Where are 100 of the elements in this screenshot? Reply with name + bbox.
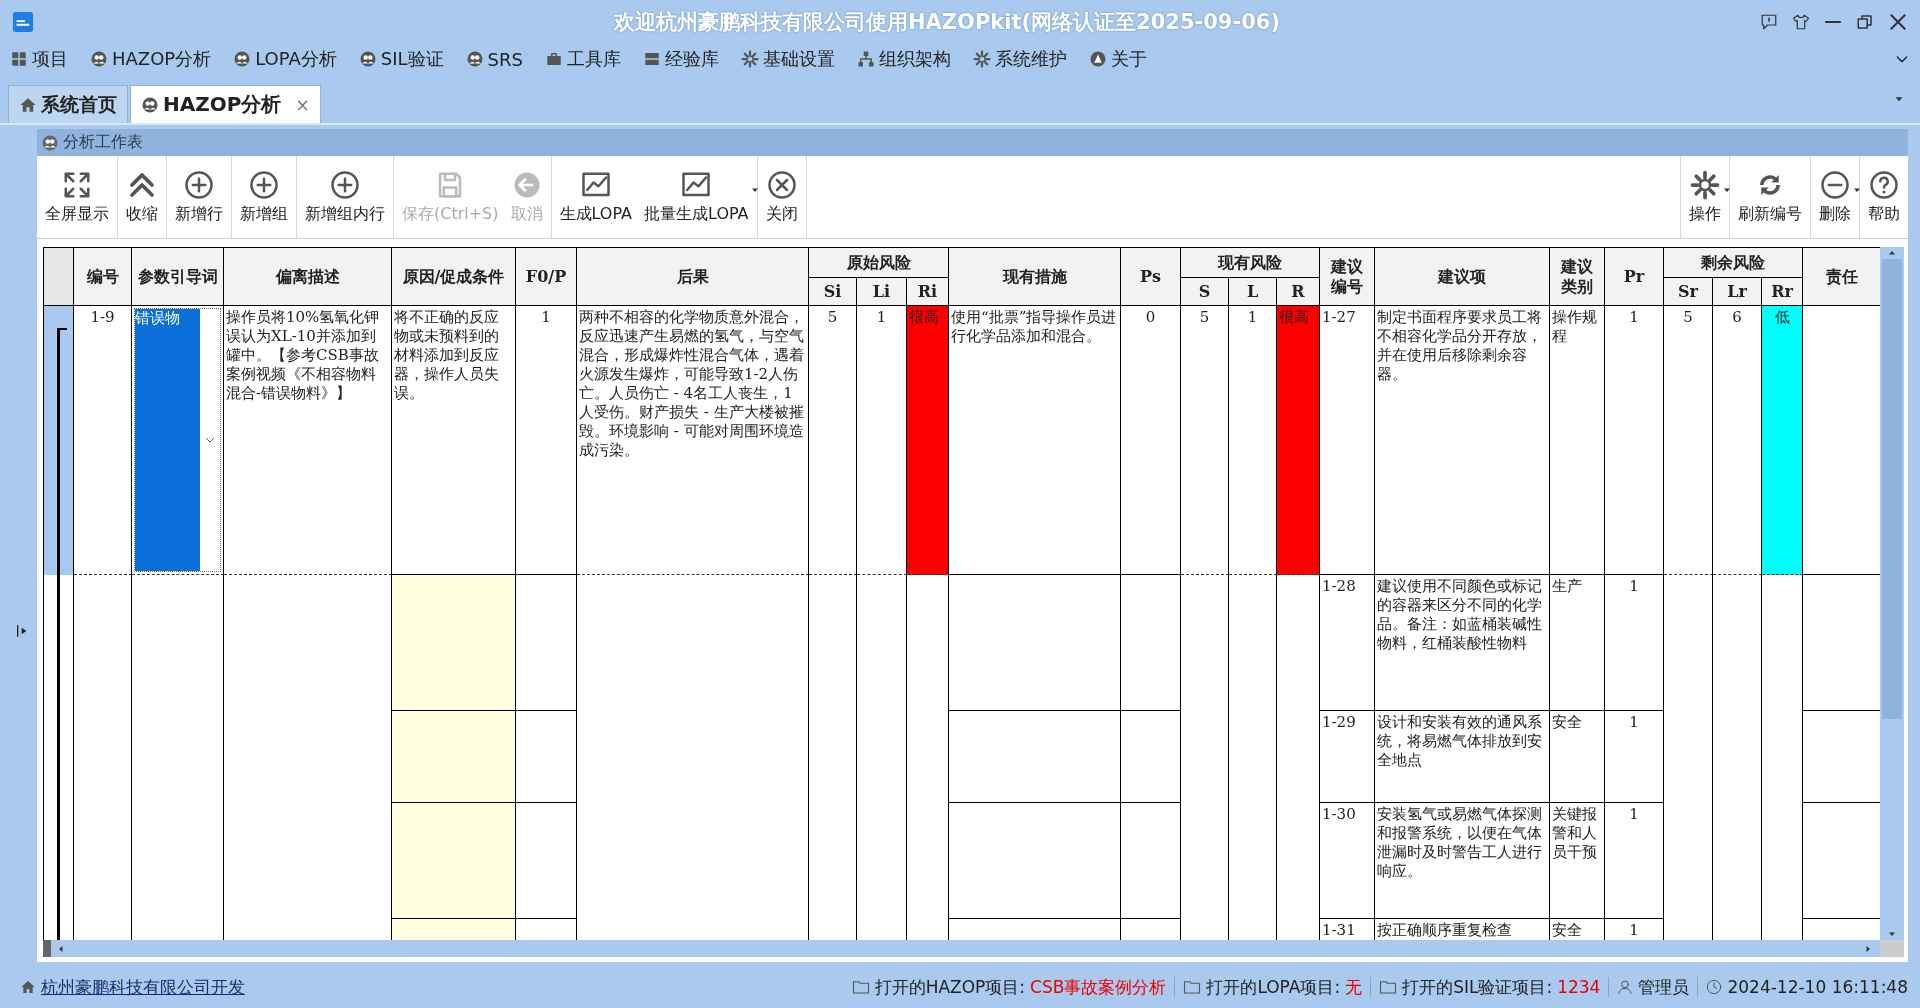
table-cell: 操作员将10%氢氧化钾误认为XL-10并添加到罐中。【参考CSB事故案例视频《不相容物料混合-错误物料》】: [224, 306, 392, 575]
user-circle-icon: [358, 50, 377, 68]
column-header: 编号: [74, 248, 132, 306]
toolbar-button[interactable]: 刷新编号: [1732, 156, 1808, 238]
restore-icon: [1856, 12, 1874, 31]
column-header: 责任: [1803, 248, 1880, 306]
table-cell: 关键报警和人员干预: [1550, 803, 1605, 919]
table-cell: 很高: [907, 306, 949, 575]
panel-title: 分析工作表: [63, 132, 143, 153]
table-cell: 1: [516, 306, 577, 575]
column-header: Lr: [1713, 278, 1762, 306]
status-value: CSB事故案例分析: [1030, 975, 1167, 999]
menu-item[interactable]: SIL验证: [358, 47, 444, 71]
app-logo-icon: [12, 10, 34, 33]
user-circle-icon: [41, 133, 59, 152]
shirt-icon: [1792, 12, 1810, 31]
column-header: L: [1229, 278, 1277, 306]
table-cell: 1: [1605, 711, 1664, 803]
clock-icon: [1706, 979, 1723, 995]
folder-icon: [851, 978, 870, 996]
toolbar-button[interactable]: 操作: [1683, 156, 1727, 238]
window-title: 欢迎杭州豪鹏科技有限公司使用HAZOPkit(网络认证至2025-09-06): [614, 8, 1280, 36]
table-cell: 1-28: [1320, 575, 1375, 711]
vertical-scrollbar[interactable]: [1880, 247, 1904, 940]
column-header: Ri: [907, 278, 949, 306]
table-cell: 设计和安装有效的通风系统，将易燃气体排放到安全地点: [1375, 711, 1550, 803]
table-cell: 两种不相容的化学物质意外混合，反应迅速产生易燃的氢气，与空气混合，形成爆炸性混合气体，遇着火源发生爆炸，可能导致1-2人伤亡。人员伤亡 - 4名工人丧生，1人受伤。财产损失 - 生产大楼被摧毁。环境影响 - 可能对周围环境造成污染。: [577, 306, 809, 575]
column-header: 建议项: [1375, 248, 1550, 306]
tab[interactable]: 系统首页: [8, 85, 128, 123]
column-header: Pr: [1605, 248, 1664, 306]
toolbar-button[interactable]: 帮助: [1862, 156, 1906, 238]
settings-icon: [740, 50, 759, 68]
toolbar-button[interactable]: 批量生成LOPA: [638, 156, 755, 238]
status-label: 打开的HAZOP项目:: [874, 975, 1026, 999]
table-cell: 1-27: [1320, 306, 1375, 575]
table-cell: 1: [1605, 306, 1664, 575]
table-cell: 建议使用不同颜色或标记的容器来区分不同的化学品。备注：如蓝桶装碱性物料，红桶装酸性物料: [1375, 575, 1550, 711]
fullscreen-icon: [62, 169, 92, 200]
user-circle-icon: [141, 95, 159, 114]
briefcase-icon: [544, 50, 563, 68]
plus-circle-icon: [330, 169, 360, 200]
column-header: 原因/促成条件: [392, 248, 516, 306]
toolbar-button[interactable]: 全屏显示: [39, 156, 115, 238]
status-datetime: 2024-12-10 16:11:48: [1727, 977, 1908, 997]
user-circle-icon: [90, 50, 108, 68]
row-selector[interactable]: [44, 306, 74, 575]
menu-item[interactable]: 经验库: [642, 47, 719, 71]
table-cell: 操作规程: [1550, 306, 1605, 575]
menu-item[interactable]: LOPA分析: [233, 47, 337, 71]
close-tab-button[interactable]: ×: [295, 94, 310, 115]
table-cell: 5: [1664, 306, 1713, 575]
column-header: 后果: [577, 248, 809, 306]
column-header: R: [1277, 278, 1320, 306]
tab[interactable]: HAZOP分析 ×: [130, 85, 321, 123]
column-header: Si: [809, 278, 857, 306]
toolbar-button[interactable]: 新增组内行: [299, 156, 391, 238]
menu-item[interactable]: 系统维护: [972, 47, 1067, 71]
table-cell: 1-29: [1320, 711, 1375, 803]
menu-item[interactable]: HAZOP分析: [90, 47, 212, 71]
menu-item[interactable]: 关于: [1088, 47, 1147, 71]
table-cell: 1-30: [1320, 803, 1375, 919]
toolbar-button[interactable]: 生成LOPA: [553, 156, 639, 238]
column-header: 剩余风险: [1664, 248, 1803, 278]
menu-item[interactable]: 基础设置: [740, 47, 835, 71]
table-cell: 5: [809, 306, 857, 575]
horizontal-scrollbar[interactable]: [43, 940, 1880, 957]
table-cell: 1-9: [74, 306, 132, 575]
status-label: 打开的LOPA项目:: [1206, 975, 1341, 999]
help-icon: [1869, 169, 1899, 200]
user-icon: [1617, 979, 1634, 995]
column-header: F0/P: [516, 248, 577, 306]
feedback-icon: [1760, 12, 1778, 31]
folder-icon: [1183, 978, 1202, 996]
developer-link[interactable]: 杭州豪鹏科技有限公司开发: [41, 975, 245, 999]
toolbar-button[interactable]: 删除: [1813, 156, 1857, 238]
table-cell: 安装氢气或易燃气体探测和报警系统，以便在气体泄漏时及时警告工人进行响应。: [1375, 803, 1550, 919]
column-header: Ps: [1121, 248, 1181, 306]
table-cell: 很高: [1277, 306, 1320, 575]
toolbar-button[interactable]: 新增行: [169, 156, 229, 238]
menu-item[interactable]: 组织架构: [856, 47, 951, 71]
user-circle-icon: [465, 50, 484, 68]
column-header: 现有措施: [949, 248, 1121, 306]
menu-item[interactable]: SRS: [465, 48, 523, 70]
plus-circle-icon: [184, 169, 214, 200]
column-header: Li: [857, 278, 907, 306]
toolbar-button[interactable]: 收缩: [120, 156, 164, 238]
plus-circle-icon: [249, 169, 279, 200]
user-name: 管理员: [1638, 975, 1690, 999]
grid-icon: [10, 50, 28, 68]
toolbar-button[interactable]: 关闭: [759, 156, 804, 238]
column-header: Rr: [1762, 278, 1803, 306]
minus-circle-icon: [1820, 169, 1850, 200]
menu-item[interactable]: 工具库: [544, 47, 621, 71]
guideword-dropdown[interactable]: 错误物: [134, 308, 221, 572]
table-cell: 0: [1121, 306, 1181, 575]
table-cell: 1: [1605, 803, 1664, 919]
toolbar-button[interactable]: 新增组: [234, 156, 294, 238]
column-header: 建议编号: [1320, 248, 1375, 306]
table-cell: 5: [1181, 306, 1229, 575]
menu-item[interactable]: 项目: [10, 47, 68, 71]
